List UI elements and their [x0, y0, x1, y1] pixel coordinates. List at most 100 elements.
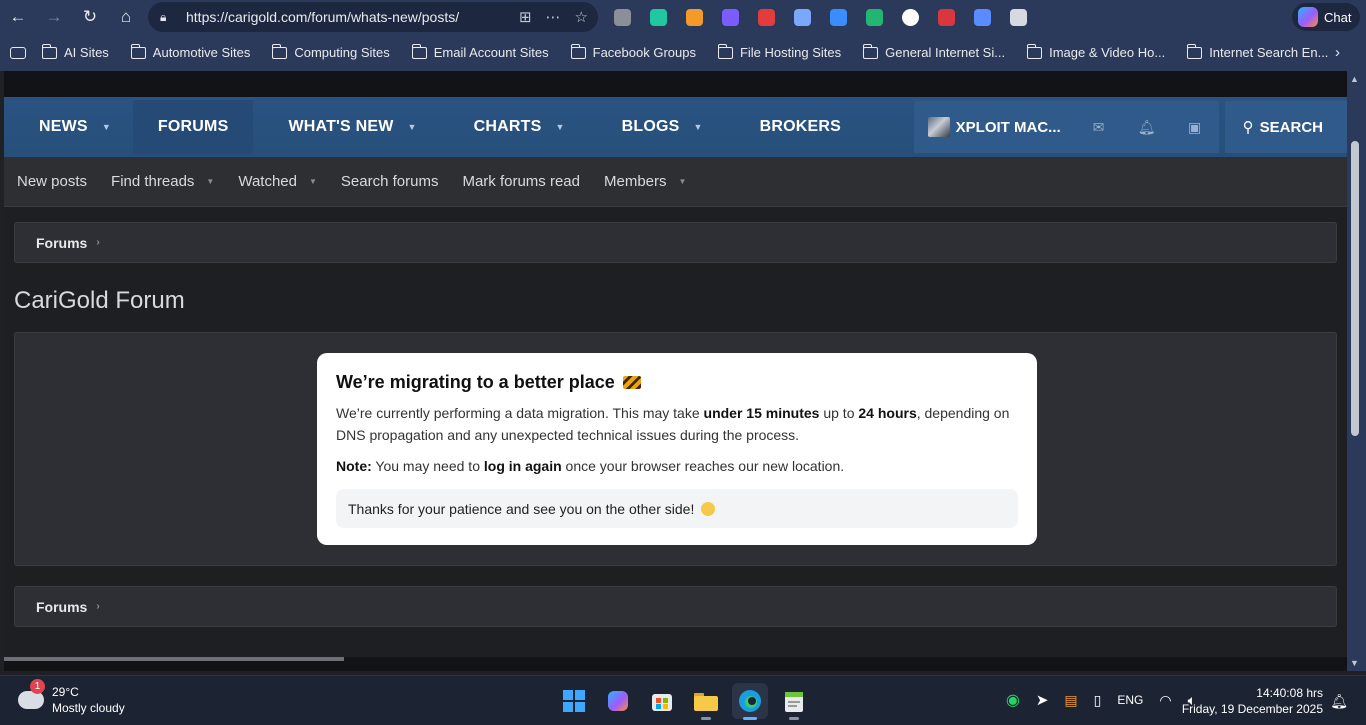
notification-bell-icon[interactable]: 🔔︎: [1330, 693, 1348, 710]
folder-icon: [272, 43, 288, 59]
caret-down-icon[interactable]: ▼: [555, 122, 564, 132]
site-header-band: [4, 71, 1347, 97]
nav-forums[interactable]: FORUMS: [132, 100, 254, 154]
favorite-star-icon[interactable]: ☆: [575, 8, 588, 26]
chevron-right-icon: ›: [96, 237, 100, 248]
extension-icon[interactable]: [748, 0, 784, 34]
extension-glyph: [973, 8, 991, 26]
copilot-app[interactable]: [600, 683, 636, 719]
bookmark-folder[interactable]: Image & Video Ho...: [1027, 43, 1165, 60]
usb-icon[interactable]: ▯: [1094, 692, 1102, 709]
back-icon[interactable]: ←: [0, 0, 36, 34]
forward-icon[interactable]: →: [36, 0, 72, 34]
nav-charts[interactable]: CHARTS ▼: [439, 100, 587, 154]
start-button[interactable]: [556, 683, 592, 719]
clock[interactable]: 14:40:08 hrs Friday, 19 December 2025: [1182, 685, 1323, 717]
horizontal-scrollbar[interactable]: [4, 657, 344, 661]
weather-badge: 1: [30, 679, 45, 694]
breadcrumb-forums-link[interactable]: Forums: [36, 599, 87, 615]
copilot-chat-button[interactable]: Chat: [1292, 3, 1360, 31]
bookmark-folder[interactable]: Email Account Sites: [411, 43, 549, 60]
user-account-button[interactable]: XPLOIT MAC...: [913, 101, 1075, 153]
inbox-icon[interactable]: ✉: [1074, 101, 1123, 153]
bookmark-folder[interactable]: File Hosting Sites: [717, 43, 841, 60]
extension-glyph: [757, 8, 775, 26]
extension-icon[interactable]: [712, 0, 748, 34]
wifi-icon[interactable]: ◠: [1159, 692, 1171, 709]
nav-news[interactable]: NEWS ▼: [4, 100, 133, 154]
notice-duration-max: 24 hours: [858, 405, 917, 421]
extension-glyph: [721, 8, 739, 26]
extension-icon[interactable]: [928, 0, 964, 34]
vertical-scrollbar[interactable]: ▲ ▼: [1347, 71, 1366, 671]
alerts-bell-icon[interactable]: 🔔︎: [1122, 101, 1171, 153]
extension-icon[interactable]: [784, 0, 820, 34]
app-available-icon[interactable]: ⊞: [519, 8, 532, 26]
subnav-label: Members: [604, 173, 667, 190]
folder-icon: [863, 43, 879, 59]
edge-app[interactable]: [732, 683, 768, 720]
extension-icon[interactable]: [676, 0, 712, 34]
telegram-icon[interactable]: ➤: [1036, 691, 1049, 709]
nav-label: CHARTS: [473, 118, 542, 135]
url-text[interactable]: https://carigold.com/forum/whats-new/pos…: [186, 9, 519, 25]
whatsapp-icon[interactable]: ◉: [1006, 690, 1020, 710]
bookmark-folder[interactable]: Internet Search En...: [1187, 43, 1328, 60]
reading-list-icon[interactable]: [10, 46, 26, 59]
temperature: 29°C: [52, 685, 79, 699]
caret-down-icon[interactable]: ▼: [679, 177, 687, 186]
address-bar[interactable]: 🔒︎ https://carigold.com/forum/whats-new/…: [148, 2, 598, 32]
subnav-members[interactable]: Members ▼: [604, 173, 686, 190]
scroll-down-icon[interactable]: ▼: [1350, 658, 1359, 668]
home-icon[interactable]: ⌂: [108, 0, 144, 34]
language-indicator[interactable]: ENG: [1117, 693, 1143, 707]
extension-icon[interactable]: [820, 0, 856, 34]
bookmark-folder[interactable]: General Internet Si...: [863, 43, 1006, 60]
caret-down-icon[interactable]: ▼: [408, 122, 417, 132]
extension-icon[interactable]: [964, 0, 1000, 34]
bookmark-folder[interactable]: Automotive Sites: [130, 43, 250, 60]
caret-down-icon[interactable]: ▼: [102, 122, 111, 132]
more-bookmarks-icon[interactable]: ›: [1335, 44, 1340, 61]
caret-down-icon[interactable]: ▼: [693, 122, 702, 132]
subnav-new-posts[interactable]: New posts: [17, 173, 87, 190]
scroll-up-icon[interactable]: ▲: [1350, 74, 1359, 84]
lock-icon[interactable]: 🔒︎: [160, 10, 174, 24]
subnav-watched[interactable]: Watched ▼: [238, 173, 317, 190]
search-button[interactable]: ⚲ SEARCH: [1224, 101, 1347, 153]
thanks-box: Thanks for your patience and see you on …: [336, 489, 1018, 528]
notice-note: Note: You may need to log in again once …: [336, 455, 1018, 477]
clock-date: Friday, 19 December 2025: [1181, 702, 1323, 716]
nav-brokers[interactable]: BROKERS: [725, 100, 863, 154]
nav-what-s-new[interactable]: WHAT'S NEW ▼: [253, 100, 438, 154]
file-explorer-app[interactable]: [688, 683, 724, 720]
refresh-icon[interactable]: ↻: [72, 0, 108, 34]
tray-app-icon[interactable]: ▤: [1064, 692, 1077, 709]
store-app[interactable]: [644, 683, 680, 719]
bookmark-folder[interactable]: Computing Sites: [272, 43, 390, 60]
caret-down-icon[interactable]: ▼: [309, 177, 317, 186]
wallet-icon[interactable]: ▣: [1170, 101, 1219, 153]
bookmark-folder[interactable]: Facebook Groups: [570, 43, 696, 60]
extension-icon[interactable]: [1000, 0, 1036, 34]
weather-widget[interactable]: 1 29°C Mostly cloudy: [18, 679, 125, 716]
extension-icon[interactable]: [604, 0, 640, 34]
notepad-app[interactable]: [776, 683, 812, 720]
subnav-find-threads[interactable]: Find threads ▼: [111, 173, 214, 190]
extension-glyph: [793, 8, 811, 26]
caret-down-icon[interactable]: ▼: [206, 177, 214, 186]
breadcrumb-forums-link[interactable]: Forums: [36, 235, 87, 251]
nav-blogs[interactable]: BLOGS ▼: [587, 100, 725, 154]
scrollbar-thumb[interactable]: [1351, 141, 1359, 436]
extension-icon[interactable]: [640, 0, 676, 34]
folder-icon: [411, 43, 427, 59]
more-tools-icon[interactable]: ⋯: [546, 8, 561, 26]
bookmark-folder[interactable]: AI Sites: [42, 43, 109, 60]
extension-icon[interactable]: [856, 0, 892, 34]
bookmark-label: General Internet Si...: [885, 45, 1006, 60]
extension-glyph: [829, 8, 847, 26]
subnav-search-forums[interactable]: Search forums: [341, 173, 439, 190]
extension-icon[interactable]: [892, 0, 928, 34]
subnav-mark-forums-read[interactable]: Mark forums read: [462, 173, 580, 190]
bookmark-label: Email Account Sites: [433, 45, 549, 60]
